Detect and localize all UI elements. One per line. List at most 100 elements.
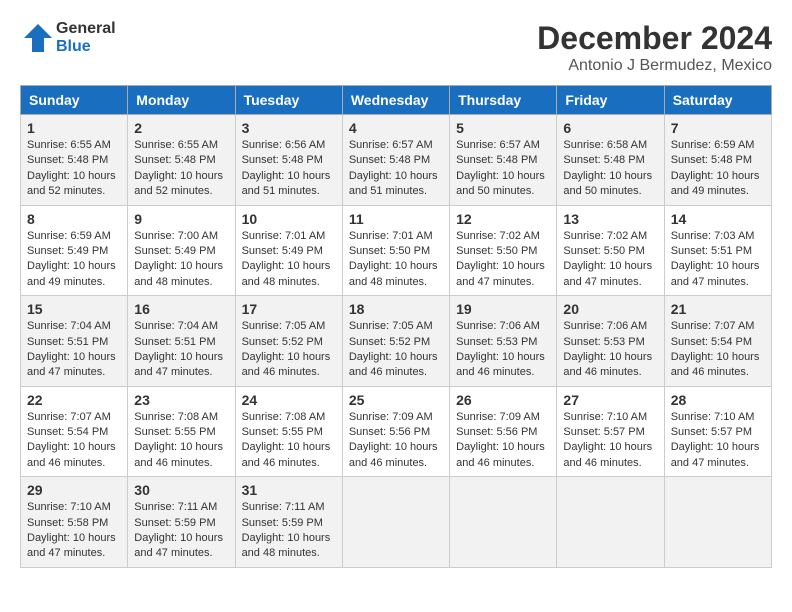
day-number: 1: [27, 120, 121, 136]
header-sunday: Sunday: [21, 86, 128, 115]
day-number: 12: [456, 211, 550, 227]
day-info: Sunrise: 6:55 AMSunset: 5:48 PMDaylight:…: [134, 138, 228, 200]
day-cell: 9 Sunrise: 7:00 AMSunset: 5:49 PMDaylight…: [128, 205, 235, 296]
day-number: 30: [134, 482, 228, 498]
day-number: 4: [349, 120, 443, 136]
day-number: 31: [242, 482, 336, 498]
day-number: 24: [242, 392, 336, 408]
month-title: December 2024: [537, 20, 772, 57]
day-cell: 21Sunrise: 7:07 AMSunset: 5:54 PMDayligh…: [664, 296, 771, 387]
day-cell: [664, 477, 771, 568]
header-friday: Friday: [557, 86, 664, 115]
day-info: Sunrise: 7:03 AMSunset: 5:51 PMDaylight:…: [671, 229, 765, 291]
day-cell: 12 Sunrise: 7:02 AMSunset: 5:50 PMDayligh…: [450, 205, 557, 296]
logo-icon: [20, 20, 56, 56]
day-cell: 6Sunrise: 6:58 AMSunset: 5:48 PMDaylight…: [557, 115, 664, 206]
day-info: Sunrise: 7:11 AMSunset: 5:59 PMDaylight:…: [242, 500, 336, 562]
day-cell: [342, 477, 449, 568]
header-monday: Monday: [128, 86, 235, 115]
day-info: Sunrise: 7:09 AMSunset: 5:56 PMDaylight:…: [349, 410, 443, 472]
header-row: SundayMondayTuesdayWednesdayThursdayFrid…: [21, 86, 772, 115]
header-wednesday: Wednesday: [342, 86, 449, 115]
week-row-4: 22 Sunrise: 7:07 AMSunset: 5:54 PMDayligh…: [21, 386, 772, 477]
day-number: 7: [671, 120, 765, 136]
day-number: 19: [456, 301, 550, 317]
week-row-3: 15 Sunrise: 7:04 AMSunset: 5:51 PMDayligh…: [21, 296, 772, 387]
day-number: 18: [349, 301, 443, 317]
day-cell: 20Sunrise: 7:06 AMSunset: 5:53 PMDayligh…: [557, 296, 664, 387]
day-info: Sunrise: 6:55 AMSunset: 5:48 PMDaylight:…: [27, 138, 121, 200]
day-cell: 3 Sunrise: 6:56 AMSunset: 5:48 PMDaylight…: [235, 115, 342, 206]
day-info: Sunrise: 6:59 AMSunset: 5:49 PMDaylight:…: [27, 229, 121, 291]
day-number: 29: [27, 482, 121, 498]
day-info: Sunrise: 7:05 AMSunset: 5:52 PMDaylight:…: [242, 319, 336, 381]
day-number: 26: [456, 392, 550, 408]
title-block: December 2024 Antonio J Bermudez, Mexico: [537, 20, 772, 75]
day-info: Sunrise: 7:10 AMSunset: 5:57 PMDaylight:…: [563, 410, 657, 472]
day-number: 5: [456, 120, 550, 136]
day-number: 22: [27, 392, 121, 408]
day-cell: 17Sunrise: 7:05 AMSunset: 5:52 PMDayligh…: [235, 296, 342, 387]
day-cell: 30 Sunrise: 7:11 AMSunset: 5:59 PMDayligh…: [128, 477, 235, 568]
day-info: Sunrise: 6:57 AMSunset: 5:48 PMDaylight:…: [456, 138, 550, 200]
day-info: Sunrise: 7:08 AMSunset: 5:55 PMDaylight:…: [134, 410, 228, 472]
day-cell: 22 Sunrise: 7:07 AMSunset: 5:54 PMDayligh…: [21, 386, 128, 477]
day-cell: 11Sunrise: 7:01 AMSunset: 5:50 PMDayligh…: [342, 205, 449, 296]
day-info: Sunrise: 7:02 AMSunset: 5:50 PMDaylight:…: [456, 229, 550, 291]
day-cell: 16 Sunrise: 7:04 AMSunset: 5:51 PMDayligh…: [128, 296, 235, 387]
header-tuesday: Tuesday: [235, 86, 342, 115]
logo: GeneralBlue: [20, 20, 116, 57]
day-info: Sunrise: 7:06 AMSunset: 5:53 PMDaylight:…: [456, 319, 550, 381]
day-number: 15: [27, 301, 121, 317]
day-number: 8: [27, 211, 121, 227]
day-number: 14: [671, 211, 765, 227]
day-number: 16: [134, 301, 228, 317]
day-info: Sunrise: 7:04 AMSunset: 5:51 PMDaylight:…: [27, 319, 121, 381]
day-info: Sunrise: 7:06 AMSunset: 5:53 PMDaylight:…: [563, 319, 657, 381]
week-row-5: 29 Sunrise: 7:10 AMSunset: 5:58 PMDayligh…: [21, 477, 772, 568]
logo-text: GeneralBlue: [56, 20, 116, 57]
day-info: Sunrise: 7:07 AMSunset: 5:54 PMDaylight:…: [671, 319, 765, 381]
calendar-table: SundayMondayTuesdayWednesdayThursdayFrid…: [20, 85, 772, 568]
day-info: Sunrise: 7:05 AMSunset: 5:52 PMDaylight:…: [349, 319, 443, 381]
day-number: 3: [242, 120, 336, 136]
day-info: Sunrise: 7:10 AMSunset: 5:57 PMDaylight:…: [671, 410, 765, 472]
day-cell: 26 Sunrise: 7:09 AMSunset: 5:56 PMDayligh…: [450, 386, 557, 477]
day-cell: 25 Sunrise: 7:09 AMSunset: 5:56 PMDayligh…: [342, 386, 449, 477]
day-number: 6: [563, 120, 657, 136]
day-info: Sunrise: 7:01 AMSunset: 5:49 PMDaylight:…: [242, 229, 336, 291]
day-cell: 2 Sunrise: 6:55 AMSunset: 5:48 PMDaylight…: [128, 115, 235, 206]
day-info: Sunrise: 7:07 AMSunset: 5:54 PMDaylight:…: [27, 410, 121, 472]
day-info: Sunrise: 7:00 AMSunset: 5:49 PMDaylight:…: [134, 229, 228, 291]
day-cell: 19 Sunrise: 7:06 AMSunset: 5:53 PMDayligh…: [450, 296, 557, 387]
header-thursday: Thursday: [450, 86, 557, 115]
day-number: 9: [134, 211, 228, 227]
day-number: 23: [134, 392, 228, 408]
day-info: Sunrise: 7:09 AMSunset: 5:56 PMDaylight:…: [456, 410, 550, 472]
day-info: Sunrise: 7:10 AMSunset: 5:58 PMDaylight:…: [27, 500, 121, 562]
day-info: Sunrise: 7:04 AMSunset: 5:51 PMDaylight:…: [134, 319, 228, 381]
day-number: 13: [563, 211, 657, 227]
day-info: Sunrise: 6:57 AMSunset: 5:48 PMDaylight:…: [349, 138, 443, 200]
week-row-2: 8 Sunrise: 6:59 AMSunset: 5:49 PMDaylight…: [21, 205, 772, 296]
week-row-1: 1 Sunrise: 6:55 AMSunset: 5:48 PMDaylight…: [21, 115, 772, 206]
day-cell: 27 Sunrise: 7:10 AMSunset: 5:57 PMDayligh…: [557, 386, 664, 477]
day-cell: 8 Sunrise: 6:59 AMSunset: 5:49 PMDaylight…: [21, 205, 128, 296]
day-number: 27: [563, 392, 657, 408]
day-number: 25: [349, 392, 443, 408]
location: Antonio J Bermudez, Mexico: [537, 57, 772, 75]
day-info: Sunrise: 7:01 AMSunset: 5:50 PMDaylight:…: [349, 229, 443, 291]
day-cell: 14 Sunrise: 7:03 AMSunset: 5:51 PMDayligh…: [664, 205, 771, 296]
day-number: 28: [671, 392, 765, 408]
day-number: 2: [134, 120, 228, 136]
day-cell: 15 Sunrise: 7:04 AMSunset: 5:51 PMDayligh…: [21, 296, 128, 387]
day-cell: 4 Sunrise: 6:57 AMSunset: 5:48 PMDaylight…: [342, 115, 449, 206]
day-cell: 13Sunrise: 7:02 AMSunset: 5:50 PMDayligh…: [557, 205, 664, 296]
day-info: Sunrise: 6:56 AMSunset: 5:48 PMDaylight:…: [242, 138, 336, 200]
day-info: Sunrise: 7:11 AMSunset: 5:59 PMDaylight:…: [134, 500, 228, 562]
day-cell: 1 Sunrise: 6:55 AMSunset: 5:48 PMDaylight…: [21, 115, 128, 206]
day-cell: 23 Sunrise: 7:08 AMSunset: 5:55 PMDayligh…: [128, 386, 235, 477]
day-number: 10: [242, 211, 336, 227]
day-cell: 24Sunrise: 7:08 AMSunset: 5:55 PMDayligh…: [235, 386, 342, 477]
day-cell: 5 Sunrise: 6:57 AMSunset: 5:48 PMDaylight…: [450, 115, 557, 206]
